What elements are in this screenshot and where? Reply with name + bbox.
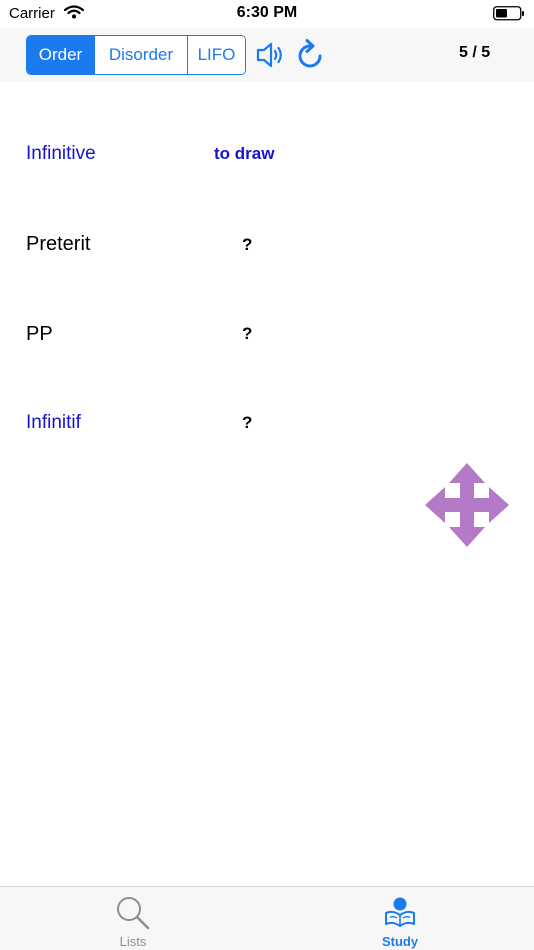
search-icon <box>115 895 151 936</box>
refresh-icon[interactable] <box>296 39 324 76</box>
status-bar: Carrier 6:30 PM <box>0 0 534 28</box>
mode-segmented-control: Order Disorder LIFO <box>26 35 246 75</box>
infinitive-value: to draw <box>214 144 275 163</box>
progress-counter: 5 / 5 <box>459 44 491 61</box>
move-arrows-icon[interactable] <box>425 463 509 552</box>
tab-study-label: Study <box>381 934 419 949</box>
reading-person-icon <box>383 895 417 934</box>
tab-bar: Lists Study <box>0 886 534 950</box>
mode-order-segment[interactable]: Order <box>27 36 94 74</box>
tab-lists-label: Lists <box>119 934 147 949</box>
battery-icon <box>493 6 525 26</box>
status-time: 6:30 PM <box>236 4 298 21</box>
tab-study[interactable]: Study <box>330 887 470 950</box>
speaker-icon[interactable] <box>256 42 286 73</box>
pp-label: PP <box>26 323 53 345</box>
preterit-label: Preterit <box>26 233 91 255</box>
infinitif-label: Infinitif <box>26 412 81 433</box>
toolbar: Order Disorder LIFO 5 / 5 <box>0 28 534 82</box>
preterit-value[interactable]: ? <box>242 235 252 255</box>
pp-value[interactable]: ? <box>242 324 252 344</box>
tab-lists[interactable]: Lists <box>63 887 203 950</box>
infinitif-value[interactable]: ? <box>242 413 252 433</box>
infinitive-label: Infinitive <box>26 143 96 164</box>
mode-disorder-segment[interactable]: Disorder <box>94 36 187 74</box>
mode-lifo-segment[interactable]: LIFO <box>187 36 245 74</box>
